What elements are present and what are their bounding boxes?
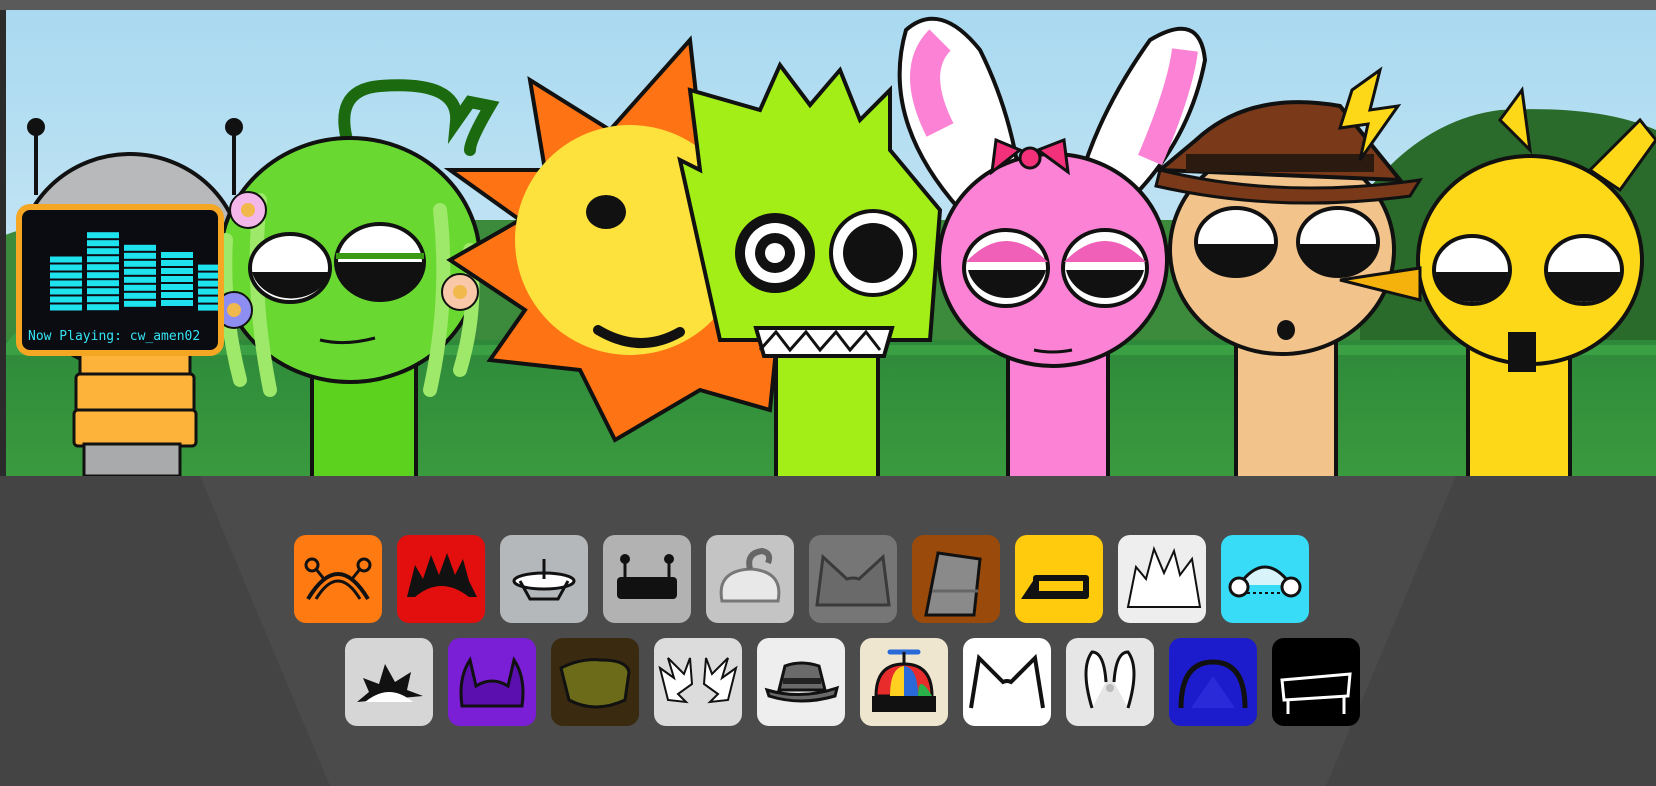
hat-option-grey-pumpkin[interactable] (706, 535, 794, 623)
ufo-dome-icon (512, 559, 576, 601)
grey-bucket-icon (924, 551, 982, 617)
hat-option-white-spiky-hair[interactable] (1118, 535, 1206, 623)
grey-pumpkin-icon (719, 547, 781, 603)
hat-option-grey-cat-ears[interactable] (809, 535, 897, 623)
stage-scene (0, 10, 1656, 476)
white-burst-hair-icon (357, 664, 423, 702)
purple-horns-icon (459, 656, 525, 708)
blue-dome-helmet-icon (1178, 659, 1248, 709)
now-playing-label: Now Playing: cw_amen02 (28, 329, 200, 344)
now-playing-prefix: Now Playing: (28, 329, 130, 344)
hat-option-bench-outline[interactable] (1272, 638, 1360, 726)
hat-option-white-bunny-ears[interactable] (1066, 638, 1154, 726)
hat-option-ufo-dome[interactable] (500, 535, 588, 623)
hat-option-yellow-hard-hat[interactable] (1015, 535, 1103, 623)
hat-row-2 (345, 638, 1360, 726)
white-spiky-hair-icon (1126, 545, 1202, 608)
hat-option-brown-moss-hair[interactable] (551, 638, 639, 726)
hat-option-white-cat-ears[interactable] (963, 638, 1051, 726)
hat-option-propeller-cap[interactable] (860, 638, 948, 726)
black-robot-antenna-icon (617, 554, 677, 599)
equalizer-icon (50, 232, 218, 311)
hat-option-fedora-hat[interactable] (757, 638, 845, 726)
bench-outline-icon (1280, 672, 1352, 714)
hat-option-black-robot-antenna[interactable] (603, 535, 691, 623)
top-bar (0, 0, 1656, 10)
hat-option-lightning-spikes[interactable] (654, 638, 742, 726)
brown-moss-hair-icon (559, 658, 631, 709)
orange-antenna-headband-icon (304, 557, 372, 601)
fedora-hat-icon (764, 661, 840, 703)
hat-option-grey-bucket[interactable] (912, 535, 1000, 623)
hat-option-white-burst-hair[interactable] (345, 638, 433, 726)
grey-cat-ears-icon (815, 553, 891, 607)
red-spiky-crown-icon (407, 553, 477, 597)
now-playing-track: cw_amen02 (129, 329, 201, 344)
now-playing-radio-panel: Now Playing: cw_amen02 (16, 204, 224, 356)
hat-option-orange-antenna-headband[interactable] (294, 535, 382, 623)
blue-headphones-icon (1228, 565, 1302, 598)
hat-option-red-spiky-crown[interactable] (397, 535, 485, 623)
hat-option-blue-headphones[interactable] (1221, 535, 1309, 623)
white-bunny-ears-icon (1084, 650, 1136, 709)
hat-option-blue-dome-helmet[interactable] (1169, 638, 1257, 726)
stage: Now Playing: cw_amen02 (0, 10, 1656, 476)
hat-option-purple-horns[interactable] (448, 638, 536, 726)
hat-row-1 (294, 535, 1309, 623)
white-cat-ears-icon (969, 653, 1045, 709)
yellow-hard-hat-icon (1021, 575, 1089, 599)
hat-picker-tray (0, 476, 1656, 786)
propeller-cap-icon (872, 649, 936, 712)
lightning-spikes-icon (658, 657, 738, 704)
